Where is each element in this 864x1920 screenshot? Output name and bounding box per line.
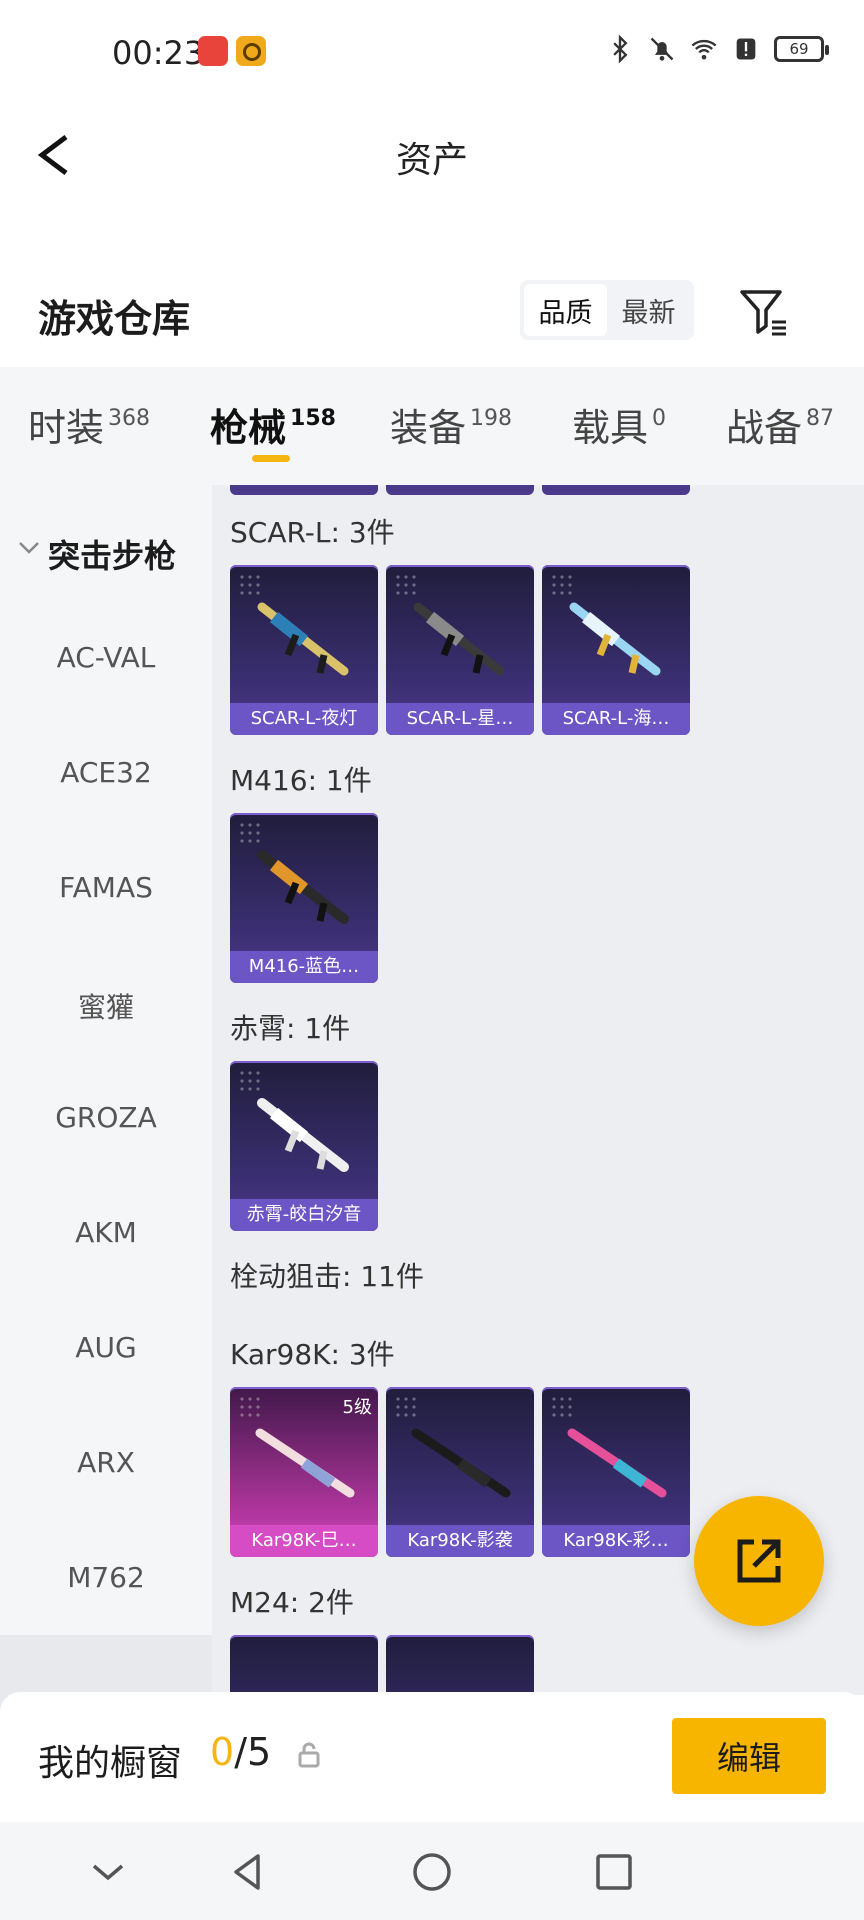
weapon-card-label: 赤霄-皎白汐音 (230, 1199, 378, 1231)
warehouse-header: 游戏仓库 品质 最新 (0, 270, 864, 360)
chevron-down-icon[interactable] (84, 1848, 132, 1896)
rifle-icon (257, 850, 349, 924)
filter-icon[interactable] (738, 286, 790, 338)
showcase-title: 我的橱窗 (38, 1743, 183, 1784)
warehouse-title: 游戏仓库 (38, 297, 191, 341)
weapon-card-kar98k-3[interactable]: Kar98K-彩… (542, 1387, 690, 1557)
tab-equipment[interactable]: 装备 198 (390, 397, 512, 452)
rifle-icon (413, 602, 505, 676)
game-notification-icon (236, 36, 266, 66)
weapon-card-label: Kar98K-彩… (542, 1525, 690, 1557)
weapon-card-chixiao-1[interactable]: 赤霄-皎白汐音 (230, 1061, 378, 1231)
rifle-icon (257, 1098, 349, 1172)
weapon-card-label: SCAR-L-海… (542, 703, 690, 735)
sidebar-item-ac-val[interactable]: AC-VAL (0, 641, 212, 674)
weapon-card-kar98k-1[interactable]: 5级 Kar98K-巳… (230, 1387, 378, 1557)
weapon-card-label: SCAR-L-星… (386, 703, 534, 735)
sidebar-section-assault-rifles[interactable]: 突击步枪 (0, 525, 212, 575)
weapon-category-sidebar: 突击步枪 AC-VAL ACE32 FAMAS 蜜獾 GROZA AKM AUG… (0, 485, 212, 1635)
sidebar-item-arx[interactable]: ARX (0, 1446, 212, 1479)
wifi-icon (691, 39, 717, 60)
sidebar-item-groza[interactable]: GROZA (0, 1101, 212, 1134)
weapon-card-label: Kar98K-巳… (230, 1525, 378, 1557)
tab-supplies[interactable]: 战备 87 (726, 397, 834, 452)
group-title-bolt-snipers: 栓动狙击: 11件 (230, 1260, 424, 1293)
tab-vehicles[interactable]: 载具 0 (572, 397, 666, 452)
weapon-card-partial[interactable] (386, 485, 534, 495)
weapon-card-kar98k-2[interactable]: Kar98K-影袭 (386, 1387, 534, 1557)
rifle-icon (257, 602, 349, 676)
weapon-card-label: SCAR-L-夜灯 (230, 703, 378, 735)
back-triangle-icon[interactable] (224, 1848, 272, 1896)
weapon-card-partial[interactable] (542, 485, 690, 495)
weapon-card-m24-2[interactable] (386, 1635, 534, 1695)
sidebar-item-ace32[interactable]: ACE32 (0, 756, 212, 789)
weapon-card-scar-l-2[interactable]: SCAR-L-星… (386, 565, 534, 735)
weapon-card-partial[interactable] (230, 485, 378, 495)
sidebar-item-honey-badger[interactable]: 蜜獾 (0, 986, 212, 1026)
share-icon (737, 1539, 781, 1583)
battery-icon: 69 (774, 36, 829, 62)
status-icons: 69 (606, 34, 829, 64)
weapon-card-m416-1[interactable]: M416-蓝色… (230, 813, 378, 983)
rifle-icon (567, 1428, 667, 1498)
group-title-m416: M416: 1件 (230, 764, 372, 797)
group-title-chixiao: 赤霄: 1件 (230, 1012, 351, 1045)
weapon-card-m24-1[interactable] (230, 1635, 378, 1695)
weapon-card-label: M416-蓝色… (230, 951, 378, 983)
group-title-kar98k: Kar98K: 3件 (230, 1338, 395, 1371)
edit-button[interactable]: 编辑 (672, 1718, 826, 1794)
status-time: 00:23 (112, 34, 205, 72)
sidebar-section-label: 突击步枪 (48, 537, 177, 575)
category-tabs: 时装 368 枪械 158 装备 198 载具 0 战备 87 (0, 367, 864, 485)
active-tab-indicator (252, 455, 290, 462)
share-button[interactable] (694, 1496, 824, 1626)
rifle-icon (569, 602, 661, 676)
bluetooth-icon (613, 34, 628, 64)
sidebar-item-famas[interactable]: FAMAS (0, 871, 212, 904)
chevron-down-icon (19, 542, 39, 554)
page-title: 资产 (395, 140, 468, 181)
lock-icon (298, 1742, 320, 1768)
sidebar-item-aug[interactable]: AUG (0, 1331, 212, 1364)
mute-icon (650, 37, 674, 61)
home-circle-icon[interactable] (408, 1848, 456, 1896)
weapon-card-label: Kar98K-影袭 (386, 1525, 534, 1557)
weapon-card-scar-l-3[interactable]: SCAR-L-海… (542, 565, 690, 735)
recents-square-icon[interactable] (590, 1848, 638, 1896)
weapon-card-scar-l-1[interactable]: SCAR-L-夜灯 (230, 565, 378, 735)
rifle-icon (255, 1428, 355, 1498)
sort-quality-button[interactable]: 品质 (524, 284, 607, 336)
rifle-icon (411, 1428, 511, 1498)
top-header: 资产 (0, 105, 864, 205)
group-title-m24: M24: 2件 (230, 1586, 354, 1619)
sidebar-item-m762[interactable]: M762 (0, 1561, 212, 1594)
status-bar: 00:23 69 (0, 0, 864, 105)
alert-icon (736, 38, 756, 60)
showcase-count: 0/5 (210, 1730, 272, 1774)
app-notification-icon (198, 36, 228, 66)
sidebar-item-akm[interactable]: AKM (0, 1216, 212, 1249)
system-nav-bar (0, 1822, 864, 1920)
sort-newest-button[interactable]: 最新 (607, 284, 690, 336)
showcase-bar: 我的橱窗 0/5 编辑 (0, 1692, 864, 1822)
group-title-scar-l: SCAR-L: 3件 (230, 516, 395, 549)
sort-toggle: 品质 最新 (520, 280, 694, 340)
tab-guns[interactable]: 枪械 158 (210, 397, 336, 452)
tab-fashion[interactable]: 时装 368 (28, 397, 150, 452)
